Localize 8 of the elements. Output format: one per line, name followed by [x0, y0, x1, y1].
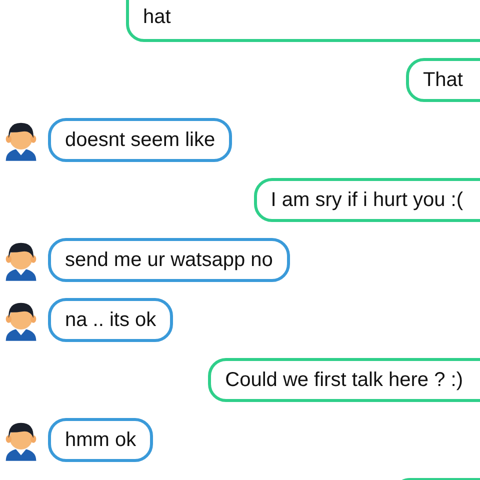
message-bubble: na .. its ok [48, 298, 174, 342]
message-bubble: That [406, 58, 480, 102]
message-bubble: doesnt seem like [48, 118, 232, 162]
message-bubble: hmm ok [48, 418, 154, 462]
message-bubble: I am sry if i hurt you :( [254, 178, 480, 222]
message-bubble: hat [126, 0, 480, 42]
message-bubble: Could we first talk here ? :) [208, 358, 480, 402]
message-bubble: send me ur watsapp no [48, 238, 290, 282]
